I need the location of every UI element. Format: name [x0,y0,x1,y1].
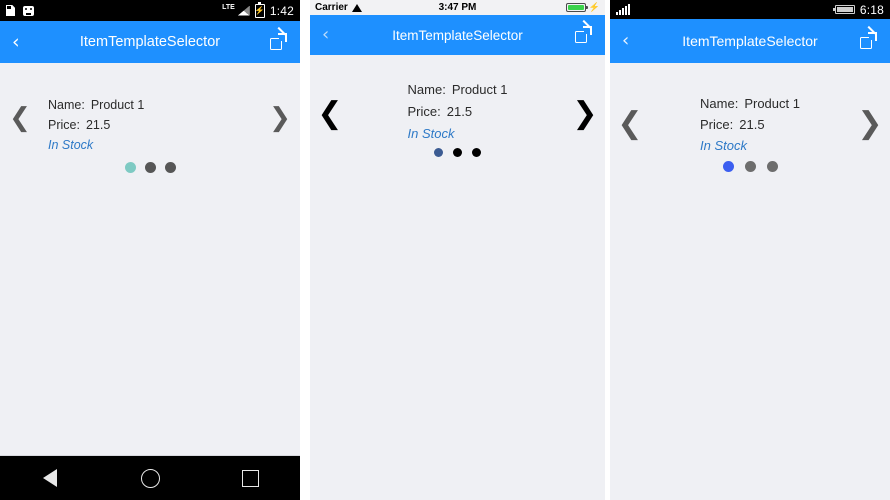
status-bar-right-icons: LTE ⚡ 1:42 [222,1,294,18]
carousel-dot-2[interactable] [453,148,462,157]
device-panel-android: LTE ⚡ 1:42 ‹ ItemTemplateSelector ❮ Name… [0,0,300,500]
back-triangle-icon[interactable] [35,463,65,493]
item-fields: Name: Product 1 Price: 21.5 In Stock [48,95,144,155]
item-carousel: ❮ Name: Product 1 Price: 21.5 In Stock ❯ [610,63,890,172]
page-title: ItemTemplateSelector [392,27,523,43]
navbar-back-button[interactable]: ‹ [622,32,644,50]
item-price-value: 21.5 [446,104,473,119]
item-carousel: ❮ Name: Product 1 Price: 21.5 In Stock ❯ [0,63,300,173]
android-soft-navigation-bar [0,456,300,500]
wifi-icon [351,3,363,12]
item-name-value: Product 1 [451,82,508,97]
item-stock-status: In Stock [700,138,747,153]
status-bar-right-wp: 6:18 [832,2,884,17]
carousel-next-button[interactable]: ❯ [565,79,605,129]
navbar-back-button[interactable]: ‹ [12,32,34,52]
item-fields: Name: Product 1 Price: 21.5 In Stock [408,79,508,145]
carousel-dot-3[interactable] [164,162,176,173]
item-name-label: Name: [48,98,85,112]
bug-icon [23,5,34,16]
battery-charging-icon: ⚡ [254,1,265,18]
app-navbar-ios: ‹ ItemTemplateSelector [310,15,605,55]
carousel-dot-1[interactable] [124,162,136,173]
status-bar-clock: 1:42 [269,3,294,18]
carousel-prev-button[interactable]: ❮ [610,93,650,139]
screenshot-stage: LTE ⚡ 1:42 ‹ ItemTemplateSelector ❮ Name… [0,0,890,500]
open-in-new-icon[interactable] [860,25,878,50]
item-price-label: Price: [48,118,80,132]
open-in-new-icon[interactable] [575,19,593,44]
recents-square-icon[interactable] [235,463,265,493]
status-bar-left-icons [6,5,34,16]
sdcard-icon [6,5,15,16]
carousel-dot-1[interactable] [434,148,443,157]
item-carousel: ❮ Name: Product 1 Price: 21.5 In Stock ❯ [310,55,605,157]
battery-icon [832,5,855,14]
carrier-label: Carrier [315,2,348,13]
item-name-value: Product 1 [90,98,145,112]
carousel-dot-3[interactable] [766,161,778,172]
item-name-row: Name: Product 1 [408,79,508,101]
carousel-dot-1[interactable] [722,161,734,172]
signal-strength-icon [237,5,250,16]
status-bar-left-wp [616,4,630,15]
item-name-label: Name: [700,96,739,111]
item-card: Name: Product 1 Price: 21.5 In Stock [650,93,850,172]
carousel-dot-2[interactable] [744,161,756,172]
carousel-dot-3[interactable] [472,148,481,157]
item-stock-status: In Stock [407,126,455,141]
signal-bars-icon [616,4,630,15]
status-bar-left-ios: Carrier [315,2,363,13]
carousel-prev-button[interactable]: ❮ [310,79,350,129]
carousel-content-android: ❮ Name: Product 1 Price: 21.5 In Stock ❯ [0,63,300,455]
carousel-indicator-dots[interactable] [722,161,778,172]
lte-label: LTE [222,4,235,11]
open-in-new-icon[interactable] [270,26,288,51]
status-bar-right-ios: ⚡ [565,2,600,12]
carousel-prev-button[interactable]: ❮ [0,95,40,131]
page-title: ItemTemplateSelector [682,33,818,49]
status-bar-ios: Carrier 3:47 PM ⚡ [310,0,605,15]
carousel-indicator-dots[interactable] [434,148,481,157]
item-name-label: Name: [407,82,446,97]
carousel-next-button[interactable]: ❯ [850,93,890,139]
navbar-back-button[interactable]: ‹ [322,26,344,44]
device-panel-ios: Carrier 3:47 PM ⚡ ‹ ItemTemplateSelector [310,0,605,500]
item-name-row: Name: Product 1 [700,93,800,114]
item-card: Name: Product 1 Price: 21.5 In Stock [350,79,565,157]
home-circle-icon[interactable] [135,463,165,493]
item-price-value: 21.5 [85,118,111,132]
device-panel-winphone: 6:18 ‹ ItemTemplateSelector ❮ Name: Prod… [610,0,890,500]
carousel-dot-2[interactable] [144,162,156,173]
item-fields: Name: Product 1 Price: 21.5 In Stock [700,93,800,156]
item-price-row: Price: 21.5 [700,114,800,135]
battery-full-icon [565,3,588,12]
status-bar-clock-wp: 6:18 [859,2,884,17]
item-price-row: Price: 21.5 [408,101,508,123]
app-navbar-winphone: ‹ ItemTemplateSelector [610,19,890,63]
charging-bolt-icon: ⚡ [588,2,600,12]
status-bar-winphone: 6:18 [610,0,890,19]
status-bar-android: LTE ⚡ 1:42 [0,0,300,21]
item-price-label: Price: [407,104,441,119]
item-price-value: 21.5 [739,117,765,132]
carousel-content-winphone: ❮ Name: Product 1 Price: 21.5 In Stock ❯ [610,63,890,500]
carousel-next-button[interactable]: ❯ [260,95,300,131]
carousel-indicator-dots[interactable] [124,162,176,173]
item-name-value: Product 1 [744,96,800,111]
page-title: ItemTemplateSelector [79,34,221,50]
item-card: Name: Product 1 Price: 21.5 In Stock [40,95,260,173]
carousel-content-ios: ❮ Name: Product 1 Price: 21.5 In Stock ❯ [310,55,605,500]
item-price-row: Price: 21.5 [48,115,144,135]
item-name-row: Name: Product 1 [48,95,144,115]
item-price-label: Price: [700,117,734,132]
item-stock-status: In Stock [48,138,94,152]
app-navbar-android: ‹ ItemTemplateSelector [0,21,300,63]
